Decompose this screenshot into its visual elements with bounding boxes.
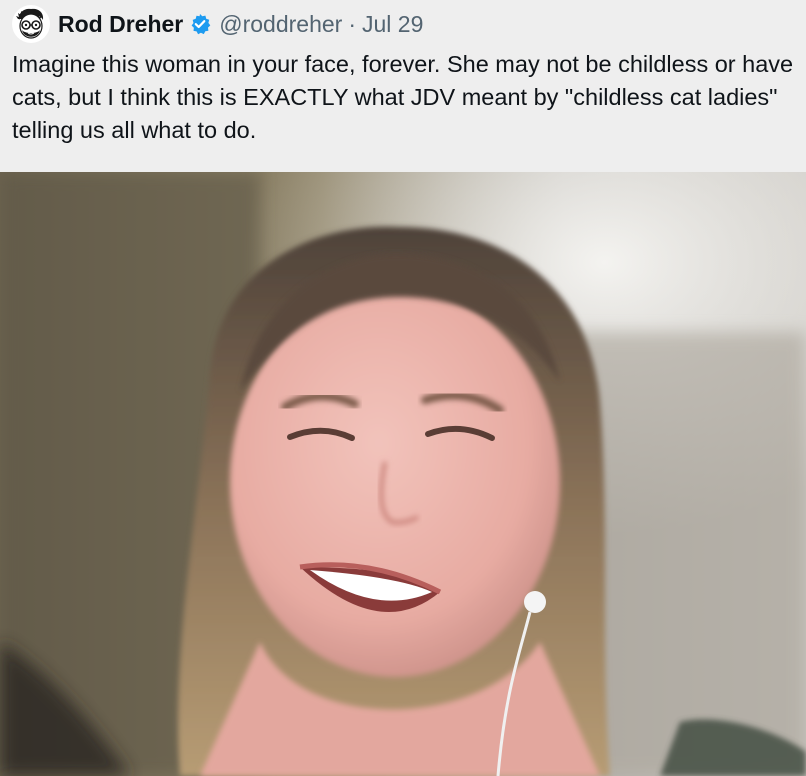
tweet-date[interactable]: Jul 29 (362, 11, 423, 38)
cartoon-portrait-avatar-icon (16, 8, 44, 39)
verified-badge-icon (189, 13, 211, 35)
avatar[interactable] (12, 5, 50, 43)
author-row: Rod Dreher @roddreher · Jul 29 (12, 4, 423, 44)
tweet-header: Rod Dreher @roddreher · Jul 29 Imagine t… (0, 0, 806, 172)
tweet-media-photo[interactable] (0, 172, 806, 776)
separator-dot: · (348, 10, 356, 37)
author-display-name[interactable]: Rod Dreher (58, 11, 183, 38)
tweet-text: Imagine this woman in your face, forever… (12, 51, 794, 143)
photo-of-smiling-woman-icon (0, 172, 806, 776)
author-handle[interactable]: @roddreher (219, 11, 342, 38)
